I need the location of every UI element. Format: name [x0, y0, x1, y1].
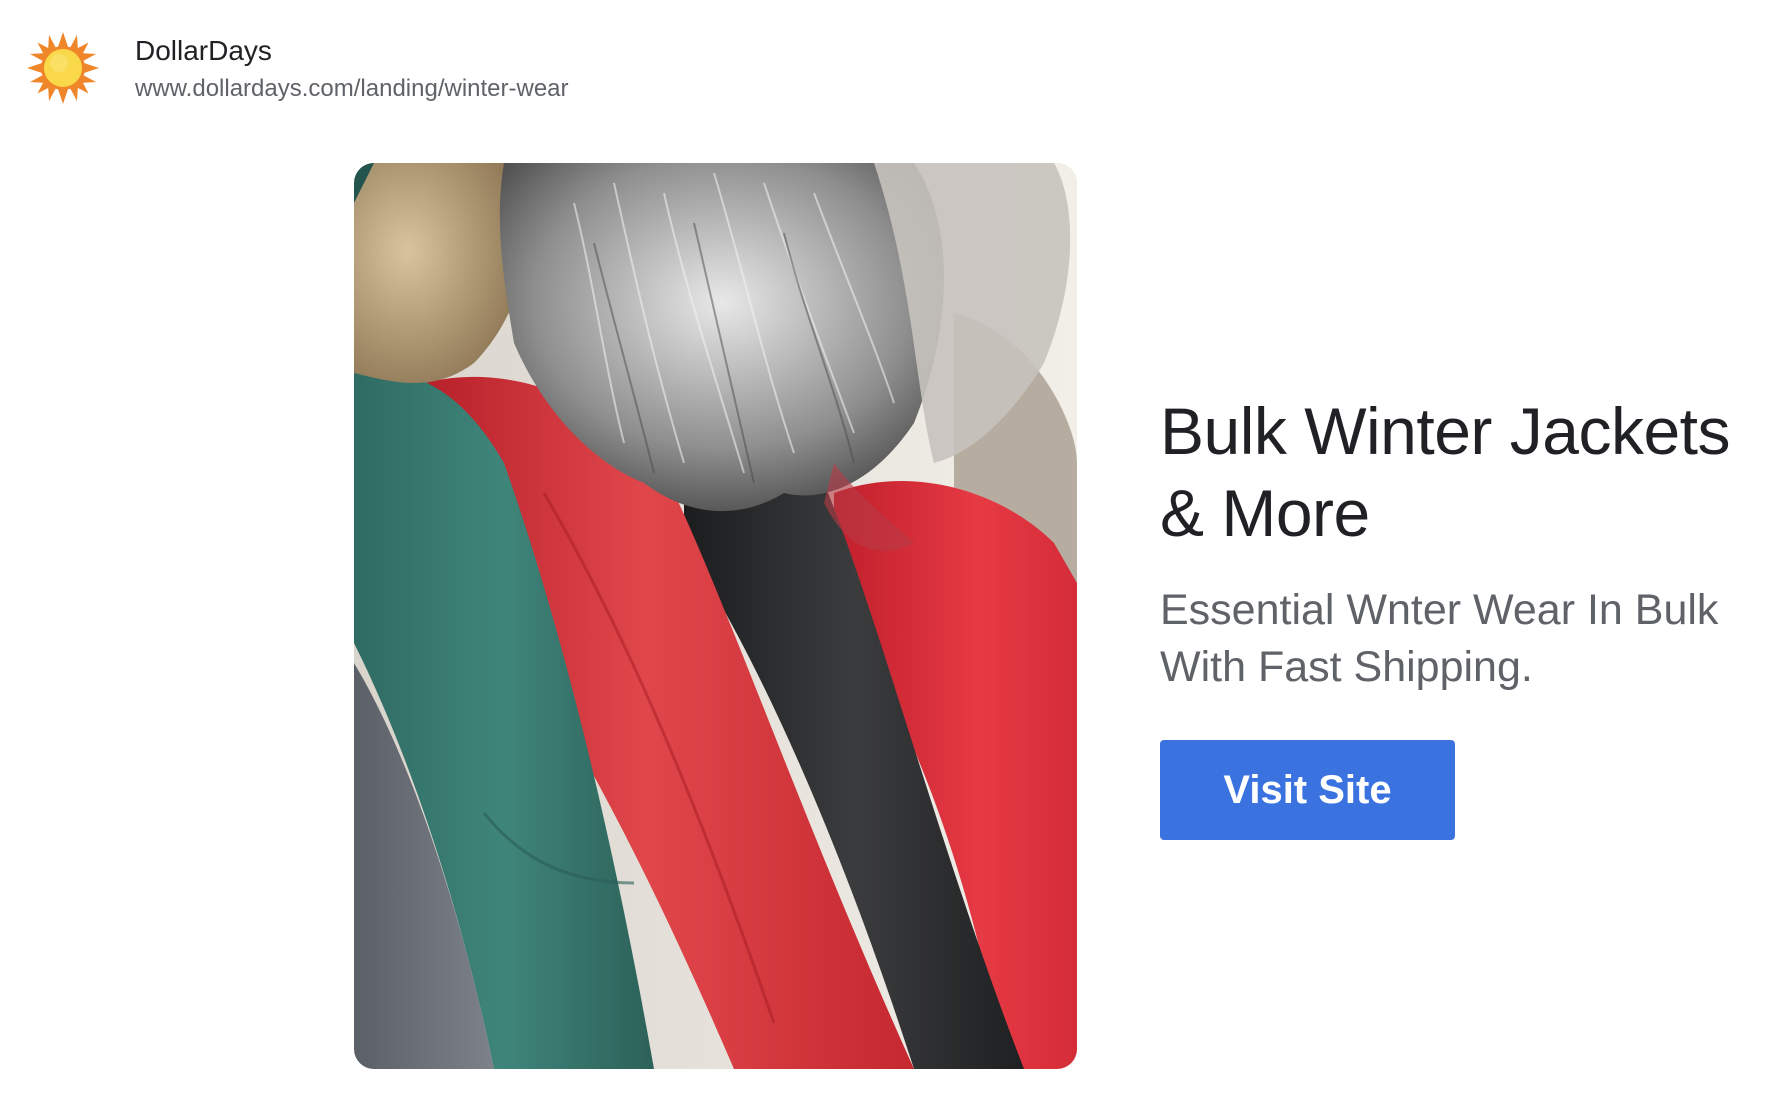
advertiser-name[interactable]: DollarDays [135, 34, 272, 68]
advertiser-url[interactable]: www.dollardays.com/landing/winter-wear [135, 74, 569, 104]
ad-card: DollarDays www.dollardays.com/landing/wi… [0, 0, 1788, 1108]
product-image[interactable] [354, 163, 1077, 1069]
ad-headline[interactable]: Bulk Winter Jackets & More [1160, 390, 1760, 554]
sun-icon [26, 31, 100, 105]
visit-site-button[interactable]: Visit Site [1160, 740, 1455, 840]
ad-description: Essential Wnter Wear In Bulk With Fast S… [1160, 586, 1719, 691]
